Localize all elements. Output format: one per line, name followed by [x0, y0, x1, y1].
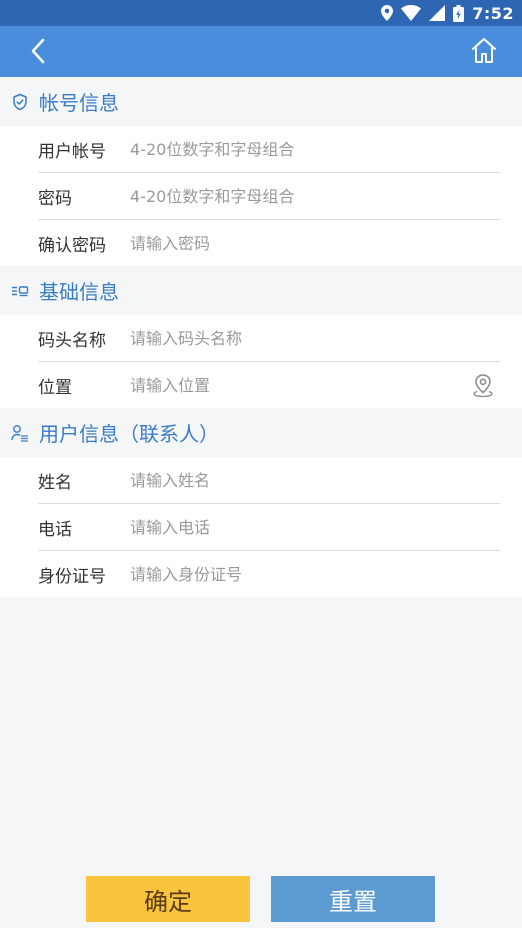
account-card: 用户帐号 密码 确认密码	[0, 126, 522, 266]
form-content: 帐号信息 用户帐号 密码 确认密码 基础信息 码头名称 位置	[0, 77, 522, 597]
name-label: 姓名	[38, 472, 72, 493]
location-label: 位置	[38, 377, 72, 398]
dock-name-label: 码头名称	[38, 330, 106, 351]
password-label: 密码	[38, 188, 72, 209]
basic-card: 码头名称 位置	[0, 315, 522, 408]
section-title-basic: 基础信息	[39, 280, 119, 304]
section-header-basic: 基础信息	[0, 266, 522, 315]
id-number-input[interactable]	[130, 564, 500, 584]
id-number-label: 身份证号	[38, 566, 106, 587]
field-row-dock-name: 码头名称	[38, 315, 500, 362]
confirm-button[interactable]: 确定	[86, 876, 250, 922]
location-pin-icon[interactable]	[472, 373, 494, 398]
phone-label: 电话	[38, 519, 72, 540]
field-row-phone: 电话	[38, 504, 500, 551]
field-row-password: 密码	[38, 173, 500, 220]
status-time: 7:52	[472, 3, 514, 23]
app-bar	[0, 26, 522, 77]
section-title-account: 帐号信息	[39, 91, 119, 115]
section-header-user: 用户信息（联系人）	[0, 408, 522, 457]
wifi-icon	[401, 5, 422, 21]
status-bar: 7:52	[0, 0, 522, 26]
shield-icon	[9, 91, 31, 113]
field-row-name: 姓名	[38, 457, 500, 504]
username-input[interactable]	[130, 139, 500, 159]
battery-icon	[453, 4, 465, 22]
confirm-password-input[interactable]	[130, 233, 500, 253]
phone-input[interactable]	[130, 517, 500, 537]
location-input[interactable]	[130, 375, 500, 395]
location-status-icon	[381, 5, 394, 21]
confirm-password-label: 确认密码	[38, 235, 106, 256]
user-icon	[9, 422, 31, 444]
back-button[interactable]	[24, 35, 54, 67]
bottom-action-bar: 确定 重置	[0, 876, 522, 922]
field-row-location: 位置	[38, 362, 500, 408]
field-row-confirm-password: 确认密码	[38, 220, 500, 266]
field-row-username: 用户帐号	[38, 126, 500, 173]
chevron-left-icon	[31, 38, 45, 64]
reset-button[interactable]: 重置	[271, 876, 435, 922]
status-icons: 7:52	[381, 3, 514, 23]
signal-icon	[429, 5, 446, 21]
section-header-account: 帐号信息	[0, 77, 522, 126]
list-icon	[9, 280, 31, 302]
user-card: 姓名 电话 身份证号	[0, 457, 522, 597]
password-input[interactable]	[130, 186, 500, 206]
name-input[interactable]	[130, 470, 500, 490]
field-row-id-number: 身份证号	[38, 551, 500, 597]
username-label: 用户帐号	[38, 141, 106, 162]
home-button[interactable]	[470, 36, 498, 66]
section-title-user: 用户信息（联系人）	[39, 422, 219, 446]
home-icon	[472, 38, 496, 63]
dock-name-input[interactable]	[130, 328, 500, 348]
